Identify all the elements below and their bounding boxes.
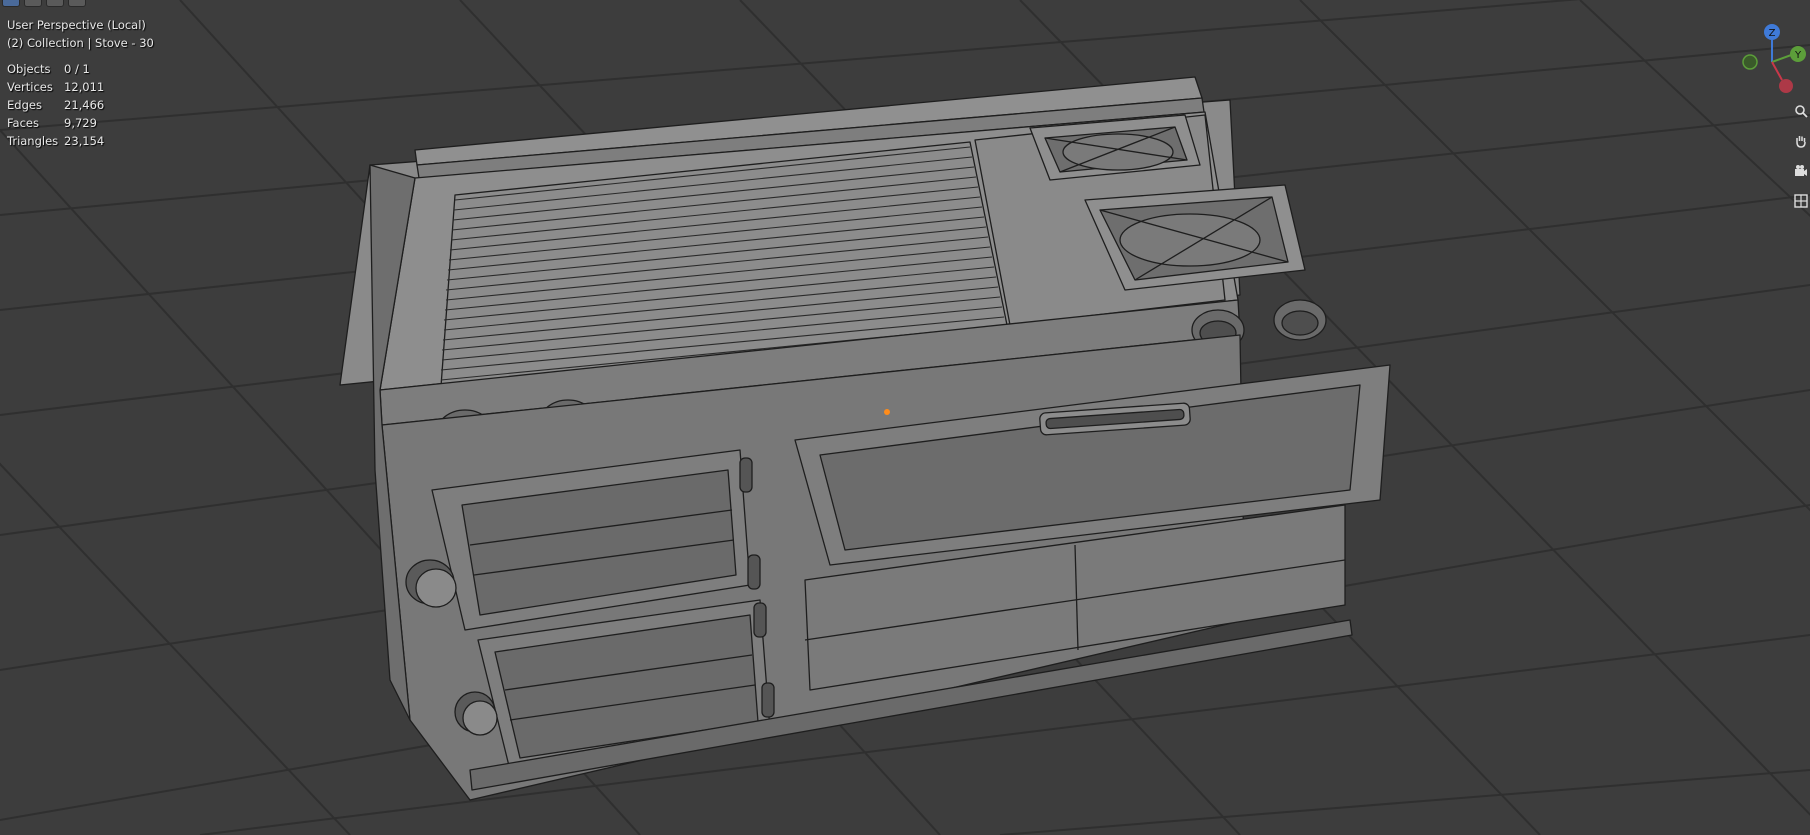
header-button-4[interactable] (68, 0, 86, 7)
burner-grate-front[interactable] (1084, 184, 1306, 291)
stat-row: Faces 9,729 (7, 116, 97, 130)
hinge-4 (761, 682, 775, 718)
camera-icon[interactable] (1794, 164, 1808, 178)
hand-pan-icon[interactable] (1794, 134, 1808, 148)
stat-row: Vertices 12,011 (7, 80, 105, 94)
control-knob-4[interactable] (1273, 299, 1327, 341)
stat-row: Objects 0 / 1 (7, 62, 90, 76)
header-button-1[interactable] (2, 0, 20, 7)
stat-row: Edges 21,466 (7, 98, 105, 112)
svg-text:Y: Y (1794, 50, 1802, 61)
grid-view-icon[interactable] (1794, 194, 1808, 208)
viewport-nav-tools (1792, 100, 1810, 220)
object-origin-dot (884, 409, 890, 415)
navigation-gizmo[interactable]: Z Y (1730, 10, 1810, 100)
viewport-info-overlay: User Perspective (Local) (2) Collection … (7, 16, 154, 150)
gizmo-neg-x-axis[interactable] (1779, 79, 1793, 93)
zoom-icon[interactable] (1794, 104, 1808, 118)
header-button-2[interactable] (24, 0, 42, 7)
gizmo-neg-y-axis[interactable] (1742, 54, 1758, 70)
stat-row: Triangles 23,154 (7, 134, 105, 148)
gizmo-z-axis[interactable]: Z (1764, 24, 1780, 40)
svg-text:Z: Z (1769, 28, 1776, 39)
hinge-3 (753, 602, 767, 638)
scene-statistics: Objects 0 / 1 Vertices 12,011 Edges 21,466 … (7, 60, 154, 150)
view-name: User Perspective (Local) (7, 18, 146, 32)
3d-viewport[interactable]: User Perspective (Local) (2) Collection … (0, 0, 1810, 835)
hinge-2 (747, 554, 761, 590)
scene-canvas[interactable] (0, 0, 1810, 835)
header-button-3[interactable] (46, 0, 64, 7)
collection-line: (2) Collection | Stove - 30 (7, 36, 154, 50)
hinge-1 (739, 457, 753, 493)
gizmo-y-axis[interactable]: Y (1790, 46, 1806, 62)
stove-mesh[interactable] (339, 76, 1391, 801)
